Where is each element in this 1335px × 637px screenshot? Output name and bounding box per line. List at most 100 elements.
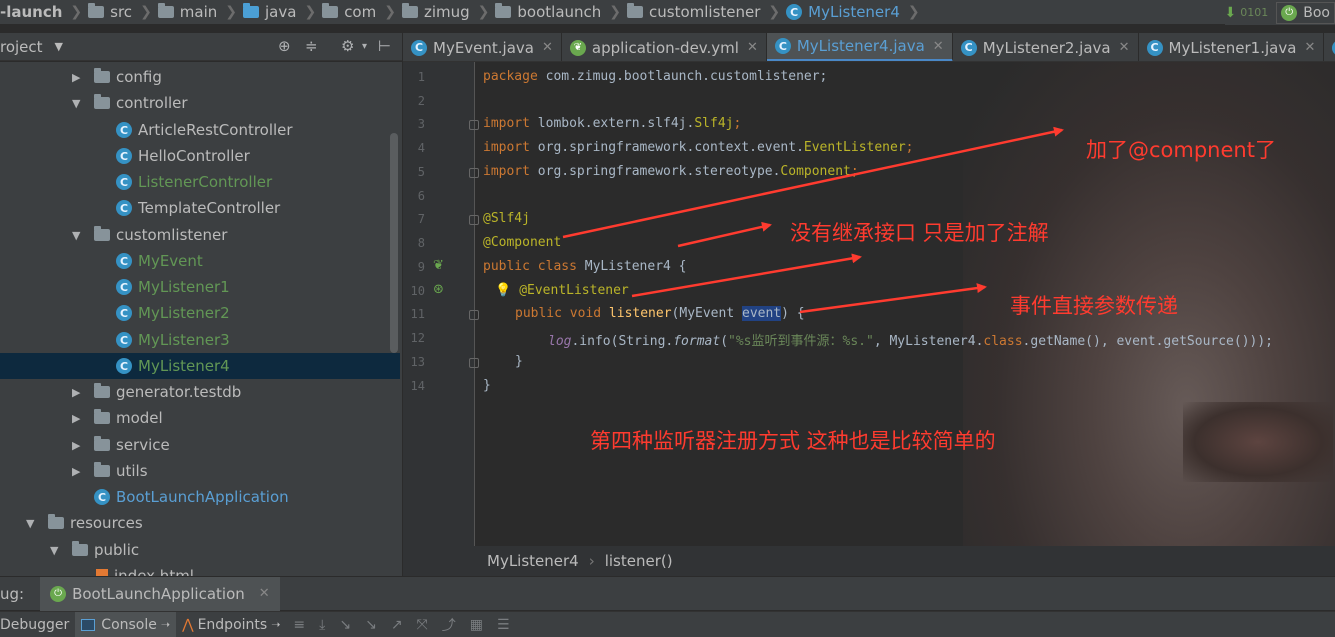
tab-mylistener1[interactable]: C MyListener1.java ✕: [1139, 33, 1325, 61]
tree-item-model[interactable]: ▶ model: [0, 405, 400, 431]
fold-icon[interactable]: [469, 215, 479, 225]
tab-console[interactable]: Console ➝: [75, 611, 177, 637]
tree-item-mylistener2[interactable]: C MyListener2: [0, 300, 400, 326]
pin-arrow-icon[interactable]: ➝: [271, 618, 280, 631]
tree-scrollbar[interactable]: [390, 133, 398, 353]
vcs-update-icon[interactable]: ⬇: [1225, 5, 1237, 21]
tree-item-public[interactable]: ▼ public: [0, 537, 400, 563]
package-name: com.zimug.bootlaunch.customlistener;: [537, 69, 828, 84]
tree-item-mylistener3[interactable]: C MyListener3: [0, 327, 400, 353]
collapse-arrow-icon[interactable]: ▼: [72, 97, 80, 110]
restore-layout-icon[interactable]: ☰: [497, 617, 510, 633]
expand-arrow-icon[interactable]: ▶: [72, 465, 80, 478]
tree-item-bootlaunchapplication[interactable]: C BootLaunchApplication: [0, 484, 400, 510]
close-icon[interactable]: ✕: [542, 40, 553, 55]
force-step-into-icon[interactable]: ↘: [365, 617, 377, 633]
tab-mylistener4[interactable]: C MyListener4.java ✕: [766, 33, 953, 61]
debug-session-tab[interactable]: ⏻ BootLaunchApplication ✕: [40, 576, 280, 611]
nav-crumb-bootlaunch[interactable]: bootlaunch ❯: [489, 3, 621, 21]
nav-crumb-main[interactable]: main ❯: [152, 3, 237, 21]
tree-item-mylistener4[interactable]: C MyListener4: [0, 353, 400, 379]
tree-item-generator-testdb[interactable]: ▶ generator.testdb: [0, 379, 400, 405]
hide-panel-icon[interactable]: ⊢: [378, 37, 391, 55]
tree-item-listenercontroller[interactable]: C ListenerController: [0, 169, 400, 195]
tree-item-config[interactable]: ▶ config: [0, 64, 400, 90]
tree-item-controller[interactable]: ▼ controller: [0, 90, 400, 116]
folder-icon: [322, 3, 339, 18]
collapse-arrow-icon[interactable]: ▼: [50, 544, 58, 557]
expand-arrow-icon[interactable]: ▶: [72, 71, 80, 84]
nav-crumb-java[interactable]: java ❯: [237, 3, 316, 21]
tree-item-hellocontroller[interactable]: C HelloController: [0, 143, 400, 169]
class-icon: C: [116, 174, 132, 190]
collapse-all-icon[interactable]: ≑: [305, 37, 318, 55]
fold-icon[interactable]: [469, 168, 479, 178]
tree-item-articlerestcontroller[interactable]: C ArticleRestController: [0, 117, 400, 143]
fold-icon[interactable]: [469, 120, 479, 130]
project-panel-header: roject ▼ ⊕ ≑ ⚙ ▾ ⊢: [0, 33, 402, 61]
expand-arrow-icon[interactable]: ▶: [72, 439, 80, 452]
tab-application-dev-yml[interactable]: ❦ application-dev.yml ✕: [562, 33, 767, 61]
tree-item-index-html[interactable]: index.html: [0, 563, 400, 576]
tree-item-myevent[interactable]: C MyEvent: [0, 248, 400, 274]
run-config-selector[interactable]: ⏻ Boo: [1276, 1, 1335, 24]
fold-icon[interactable]: [469, 310, 479, 320]
close-icon[interactable]: ✕: [747, 40, 758, 55]
vcs-indicator[interactable]: 0101: [1240, 6, 1268, 19]
gear-icon[interactable]: ⚙: [341, 37, 354, 55]
event-listener-gutter-icon[interactable]: ⊛: [433, 282, 444, 297]
collapse-arrow-icon[interactable]: ▼: [72, 229, 80, 242]
tree-item-label: generator.testdb: [116, 383, 242, 401]
tree-item-customlistener[interactable]: ▼ customlistener: [0, 222, 400, 248]
close-icon[interactable]: ✕: [1304, 40, 1315, 55]
fold-icon[interactable]: [469, 358, 479, 368]
step-over-icon[interactable]: ⤓: [319, 617, 325, 633]
tree-item-mylistener1[interactable]: C MyListener1: [0, 274, 400, 300]
close-icon[interactable]: ✕: [259, 586, 270, 601]
tab-label: application-dev.yml: [591, 38, 739, 57]
drop-frame-icon[interactable]: ⤧: [417, 617, 428, 633]
folder-icon: [495, 3, 512, 18]
breadcrumb-method[interactable]: listener(): [605, 552, 673, 570]
package-folder-icon: [94, 409, 110, 424]
tree-item-utils[interactable]: ▶ utils: [0, 458, 400, 484]
variable: event: [1116, 334, 1156, 349]
run-to-cursor-icon[interactable]: ⤴: [442, 615, 456, 635]
pin-arrow-icon[interactable]: ➝: [161, 618, 170, 631]
locate-icon[interactable]: ⊕: [278, 37, 291, 55]
nav-crumb-mylistener4[interactable]: C MyListener4 ❯: [780, 3, 920, 21]
nav-crumb-src[interactable]: src ❯: [82, 3, 152, 21]
expand-arrow-icon[interactable]: ▶: [72, 412, 80, 425]
tab-overflow[interactable]: C: [1324, 33, 1335, 61]
tab-endpoints[interactable]: ⋀ Endpoints ➝: [176, 612, 286, 637]
import-class: EventListener: [803, 140, 906, 155]
close-icon[interactable]: ✕: [933, 39, 944, 54]
lightbulb-icon[interactable]: 💡: [495, 283, 511, 298]
nav-crumb-customlistener[interactable]: customlistener ❯: [621, 3, 780, 21]
collapse-arrow-icon[interactable]: ▼: [26, 517, 34, 530]
step-into-icon[interactable]: ↘: [339, 617, 351, 633]
chevron-down-icon[interactable]: ▾: [362, 41, 367, 52]
tree-item-service[interactable]: ▶ service: [0, 432, 400, 458]
chevron-right-icon: ❯: [225, 4, 238, 20]
show-execution-point-icon[interactable]: ≡: [293, 617, 305, 633]
nav-crumb-project[interactable]: -launch ❯: [0, 3, 82, 21]
nav-crumb-zimug[interactable]: zimug ❯: [396, 3, 489, 21]
spring-bean-gutter-icon[interactable]: ❦: [433, 258, 444, 273]
chevron-down-icon[interactable]: ▼: [55, 40, 63, 53]
close-icon[interactable]: ✕: [1119, 40, 1130, 55]
debug-toolbar: Debugger Console ➝ ⋀ Endpoints ➝ ≡ ⤓ ↘ ↘ ↗ …: [0, 611, 1335, 637]
evaluate-expression-icon[interactable]: ▦: [470, 617, 483, 633]
semicolon: ;: [905, 140, 914, 155]
step-out-icon[interactable]: ↗: [391, 617, 403, 633]
nav-crumb-com[interactable]: com ❯: [316, 3, 396, 21]
tree-item-resources[interactable]: ▼ resources: [0, 510, 400, 536]
project-view-selector[interactable]: roject: [0, 38, 43, 56]
tree-item-templatecontroller[interactable]: C TemplateController: [0, 195, 400, 221]
tab-myevent[interactable]: C MyEvent.java ✕: [403, 33, 562, 61]
chevron-right-icon: ❯: [768, 4, 781, 20]
tab-mylistener2[interactable]: C MyListener2.java ✕: [953, 33, 1139, 61]
tab-debugger[interactable]: Debugger: [0, 612, 75, 637]
breadcrumb-class[interactable]: MyListener4: [487, 552, 579, 570]
expand-arrow-icon[interactable]: ▶: [72, 386, 80, 399]
